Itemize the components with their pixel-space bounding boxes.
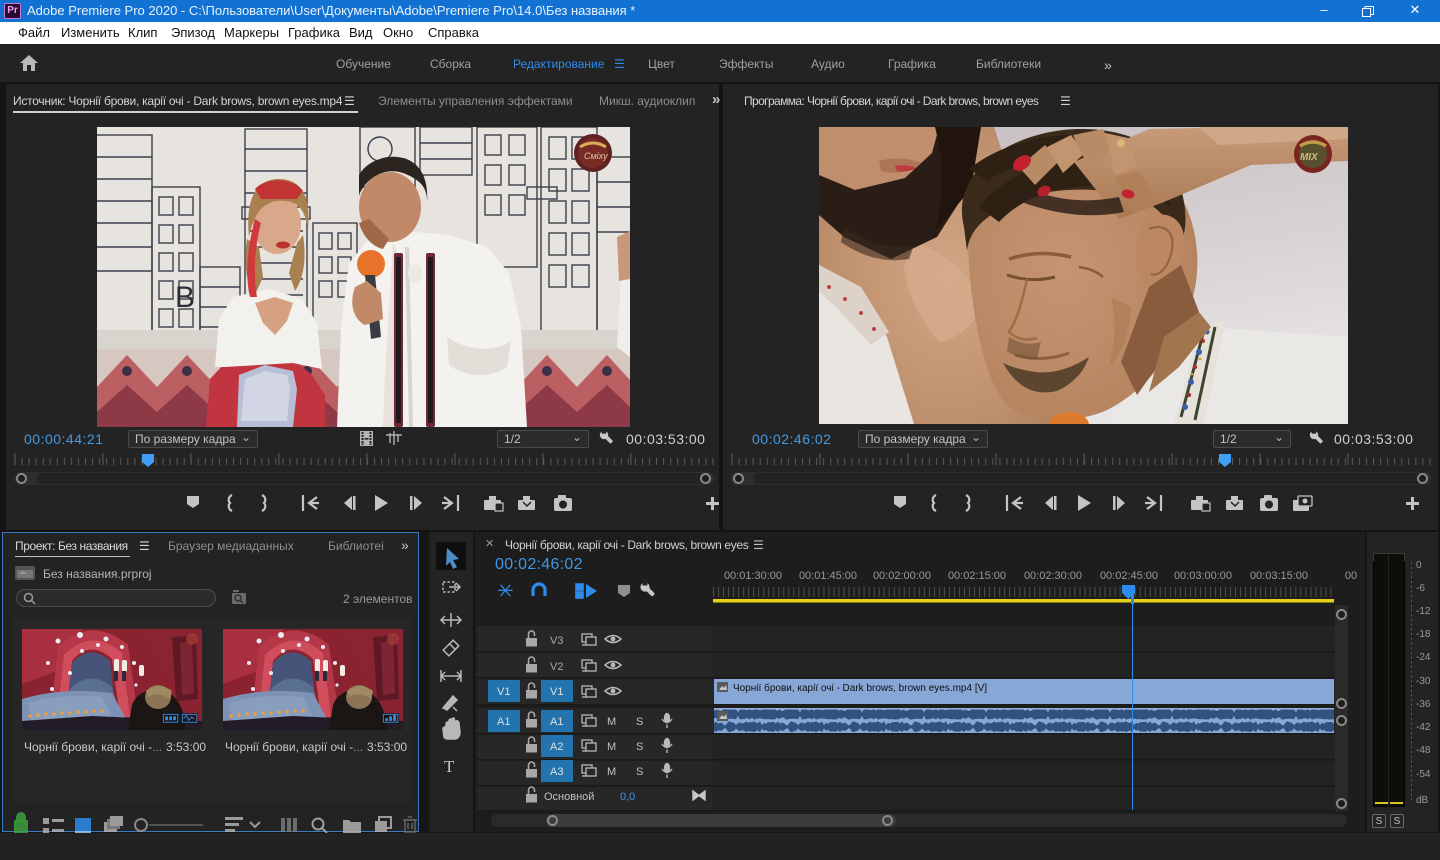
svg-text:S: S: [636, 741, 643, 753]
svg-text:A1: A1: [550, 716, 563, 728]
svg-text:00:02:15:00: 00:02:15:00: [948, 570, 1006, 582]
svg-text:-6: -6: [1416, 583, 1425, 594]
svg-text:-12: -12: [1416, 606, 1431, 617]
svg-text:00:03:00:00: 00:03:00:00: [1174, 570, 1232, 582]
svg-text:A3: A3: [550, 766, 563, 778]
svg-text:00:01:30:00: 00:01:30:00: [724, 570, 782, 582]
svg-text:-18: -18: [1416, 629, 1431, 640]
svg-text:0: 0: [1416, 560, 1422, 571]
svg-text:0,0: 0,0: [620, 791, 635, 803]
svg-text:00:02:30:00: 00:02:30:00: [1024, 570, 1082, 582]
svg-text:V2: V2: [550, 661, 563, 673]
svg-text:00:01:45:00: 00:01:45:00: [799, 570, 857, 582]
svg-text:S: S: [636, 766, 643, 778]
svg-text:-54: -54: [1416, 769, 1431, 780]
svg-text:S: S: [636, 716, 643, 728]
svg-text:-30: -30: [1416, 676, 1431, 687]
svg-text:B: B: [175, 281, 195, 314]
svg-text:M: M: [607, 766, 616, 778]
svg-text:Чорнії брови, карії очі - Dark: Чорнії брови, карії очі - Dark brows, br…: [733, 682, 987, 694]
svg-text:-42: -42: [1416, 722, 1431, 733]
svg-text:Основной: Основной: [544, 791, 594, 803]
svg-text:M: M: [607, 716, 616, 728]
svg-text:M: M: [607, 741, 616, 753]
svg-text:V1: V1: [550, 686, 563, 698]
svg-text:V3: V3: [550, 635, 563, 647]
svg-text:00: 00: [1345, 570, 1357, 582]
svg-text:-48: -48: [1416, 745, 1431, 756]
svg-text:dB: dB: [1416, 795, 1429, 806]
svg-text:00:02:45:00: 00:02:45:00: [1100, 570, 1158, 582]
svg-text:00:03:15:00: 00:03:15:00: [1250, 570, 1308, 582]
svg-text:V1: V1: [497, 686, 510, 698]
svg-text:A2: A2: [550, 741, 563, 753]
svg-text:-24: -24: [1416, 652, 1431, 663]
svg-text:T: T: [444, 757, 455, 776]
svg-text:00:02:00:00: 00:02:00:00: [873, 570, 931, 582]
svg-text:Сміху: Сміху: [584, 151, 608, 161]
svg-text:МІХ: МІХ: [1300, 152, 1319, 163]
svg-text:-36: -36: [1416, 699, 1431, 710]
svg-text:A1: A1: [497, 716, 510, 728]
